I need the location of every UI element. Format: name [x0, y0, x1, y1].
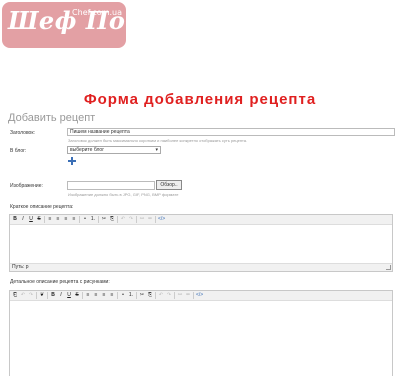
blog-select[interactable]: выберите блог ▾: [67, 146, 161, 154]
form-title: Форма добавления рецепта: [83, 91, 317, 108]
toolbar-separator: [82, 292, 83, 299]
toolbar-button-icon[interactable]: U: [28, 216, 34, 223]
short-editor-toolbar: B I U S ≡ ≡ ≡ ≡ • 1. ✂ ⎘ ↶ ↷ ⚯ ⚮ </>: [10, 215, 392, 225]
toolbar-button-icon[interactable]: 1.: [128, 292, 134, 299]
toolbar-separator: [79, 216, 80, 223]
toolbar-button-icon[interactable]: ✂: [101, 216, 107, 223]
toolbar-button-icon[interactable]: ↶: [120, 216, 126, 223]
toolbar-button-icon[interactable]: ≡: [85, 292, 91, 299]
toolbar-button-icon[interactable]: ≡: [93, 292, 99, 299]
title-label: Заголовок:: [10, 130, 35, 136]
image-label: Изображение:: [10, 183, 43, 189]
toolbar-button-icon[interactable]: </>: [196, 292, 203, 299]
chevron-down-icon: ▾: [155, 147, 158, 153]
toolbar-button-icon[interactable]: ↷: [28, 292, 34, 299]
toolbar-button-icon[interactable]: U: [66, 292, 72, 299]
toolbar-button-icon[interactable]: 1.: [90, 216, 96, 223]
toolbar-button-icon[interactable]: ↶: [20, 292, 26, 299]
toolbar-button-icon[interactable]: ✂: [139, 292, 145, 299]
toolbar-button-icon[interactable]: ≡: [71, 216, 77, 223]
toolbar-button-icon[interactable]: ↷: [166, 292, 172, 299]
detail-description-label: Детальное описание рецепта с рисунками:: [10, 279, 110, 285]
toolbar-button-icon[interactable]: •: [82, 216, 88, 223]
toolbar-separator: [136, 292, 137, 299]
short-editor-statusbar: Путь: p: [10, 263, 392, 271]
toolbar-button-icon[interactable]: ⚮: [185, 292, 191, 299]
image-file-input[interactable]: [67, 181, 155, 190]
toolbar-separator: [174, 292, 175, 299]
editor-path: Путь: p: [12, 264, 29, 270]
browse-button[interactable]: Обзор..: [156, 180, 182, 190]
short-description-editor[interactable]: B I U S ≡ ≡ ≡ ≡ • 1. ✂ ⎘ ↶ ↷ ⚯ ⚮ </> Путь: p: [9, 214, 393, 272]
toolbar-separator: [136, 216, 137, 223]
toolbar-separator: [155, 216, 156, 223]
toolbar-button-icon[interactable]: ⚮: [147, 216, 153, 223]
toolbar-button-icon[interactable]: S: [74, 292, 80, 299]
toolbar-separator: [36, 292, 37, 299]
toolbar-separator: [98, 216, 99, 223]
toolbar-button-icon[interactable]: ⚯: [139, 216, 145, 223]
toolbar-button-icon[interactable]: ≡: [109, 292, 115, 299]
toolbar-button-icon[interactable]: ⎗: [12, 292, 18, 299]
toolbar-button-icon[interactable]: ↷: [128, 216, 134, 223]
toolbar-button-icon[interactable]: B: [50, 292, 56, 299]
toolbar-button-icon[interactable]: ↶: [158, 292, 164, 299]
detail-description-editor[interactable]: ⎗ ↶ ↷ ❦ B I U S ≡ ≡ ≡ ≡ • 1. ✂ ⎘ ↶ ↷ ⚯ ⚮ </>: [9, 290, 393, 376]
add-blog-plus-icon[interactable]: [68, 157, 76, 165]
toolbar-button-icon[interactable]: I: [58, 292, 64, 299]
detail-editor-toolbar: ⎗ ↶ ↷ ❦ B I U S ≡ ≡ ≡ ≡ • 1. ✂ ⎘ ↶ ↷ ⚯ ⚮ </>: [10, 291, 392, 301]
title-hint: Заголовок должен быть максимально коротк…: [68, 138, 248, 143]
blog-select-value: выберите блог: [70, 147, 105, 153]
section-title: Добавить рецепт: [8, 112, 96, 124]
toolbar-separator: [47, 292, 48, 299]
toolbar-button-icon[interactable]: ≡: [47, 216, 53, 223]
logo-domain: Chef.com.ua: [72, 8, 122, 17]
recipe-title-input[interactable]: Пишем название рецепта: [67, 128, 395, 136]
toolbar-separator: [44, 216, 45, 223]
blog-label: В блог:: [10, 148, 27, 154]
toolbar-button-icon[interactable]: </>: [158, 216, 165, 223]
toolbar-button-icon[interactable]: S: [36, 216, 42, 223]
toolbar-button-icon[interactable]: ❦: [39, 292, 45, 299]
chef-logo[interactable]: Шеф Повар Chef.com.ua: [2, 2, 174, 48]
toolbar-button-icon[interactable]: I: [20, 216, 26, 223]
toolbar-button-icon[interactable]: ⎘: [109, 216, 115, 223]
toolbar-separator: [155, 292, 156, 299]
toolbar-button-icon[interactable]: ⚯: [177, 292, 183, 299]
toolbar-button-icon[interactable]: ⎘: [147, 292, 153, 299]
resize-handle-icon[interactable]: [386, 265, 391, 270]
image-hint: Изображение должно быть в JPG, GIF, PNG,…: [68, 192, 179, 197]
toolbar-button-icon[interactable]: ≡: [63, 216, 69, 223]
toolbar-button-icon[interactable]: ≡: [101, 292, 107, 299]
toolbar-separator: [117, 292, 118, 299]
toolbar-separator: [117, 216, 118, 223]
toolbar-separator: [193, 292, 194, 299]
toolbar-button-icon[interactable]: •: [120, 292, 126, 299]
short-description-label: Краткое описание рецепта:: [10, 204, 74, 210]
toolbar-button-icon[interactable]: ≡: [55, 216, 61, 223]
toolbar-button-icon[interactable]: B: [12, 216, 18, 223]
